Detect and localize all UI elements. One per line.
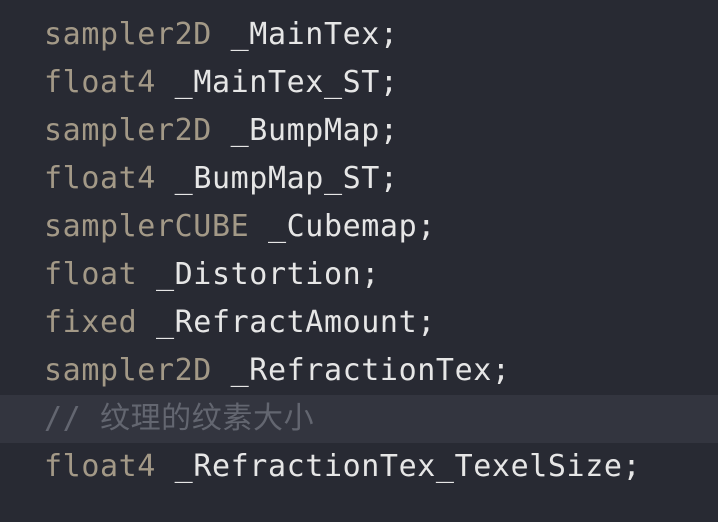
code-line[interactable]: samplerCUBE _Cubemap; bbox=[0, 203, 718, 251]
identifier: _Cubemap; bbox=[267, 209, 436, 244]
type-keyword: float4 bbox=[44, 65, 156, 100]
code-editor[interactable]: sampler2D _MainTex; float4 _MainTex_ST; … bbox=[0, 0, 718, 522]
identifier: _Distortion; bbox=[155, 257, 380, 292]
code-line[interactable]: sampler2D _MainTex; bbox=[0, 11, 718, 59]
code-line[interactable]: float4 _RefractionTex_TexelSize; bbox=[0, 443, 718, 491]
identifier: _BumpMap_ST; bbox=[174, 161, 399, 196]
type-keyword: sampler2D bbox=[44, 113, 212, 148]
code-line[interactable]: float4 _BumpMap_ST; bbox=[0, 155, 718, 203]
code-line[interactable]: sampler2D _BumpMap; bbox=[0, 107, 718, 155]
identifier: _RefractionTex; bbox=[230, 353, 511, 388]
code-line[interactable]: fixed _RefractAmount; bbox=[0, 299, 718, 347]
identifier: _MainTex_ST; bbox=[174, 65, 399, 100]
code-line[interactable]: float4 _MainTex_ST; bbox=[0, 59, 718, 107]
code-comment: // 纹理的纹素大小 bbox=[44, 401, 315, 436]
identifier: _BumpMap; bbox=[230, 113, 399, 148]
type-keyword: float bbox=[44, 257, 138, 292]
code-line[interactable]: float _Distortion; bbox=[0, 251, 718, 299]
type-keyword: samplerCUBE bbox=[44, 209, 250, 244]
identifier: _RefractAmount; bbox=[155, 305, 436, 340]
code-line[interactable]: sampler2D _RefractionTex; bbox=[0, 347, 718, 395]
identifier: _MainTex; bbox=[230, 17, 399, 52]
type-keyword: float4 bbox=[44, 161, 156, 196]
type-keyword: sampler2D bbox=[44, 353, 212, 388]
type-keyword: sampler2D bbox=[44, 17, 212, 52]
type-keyword: float4 bbox=[44, 449, 156, 484]
current-code-line[interactable]: // 纹理的纹素大小 bbox=[0, 395, 718, 443]
type-keyword: fixed bbox=[44, 305, 138, 340]
identifier: _RefractionTex_TexelSize; bbox=[174, 449, 642, 484]
